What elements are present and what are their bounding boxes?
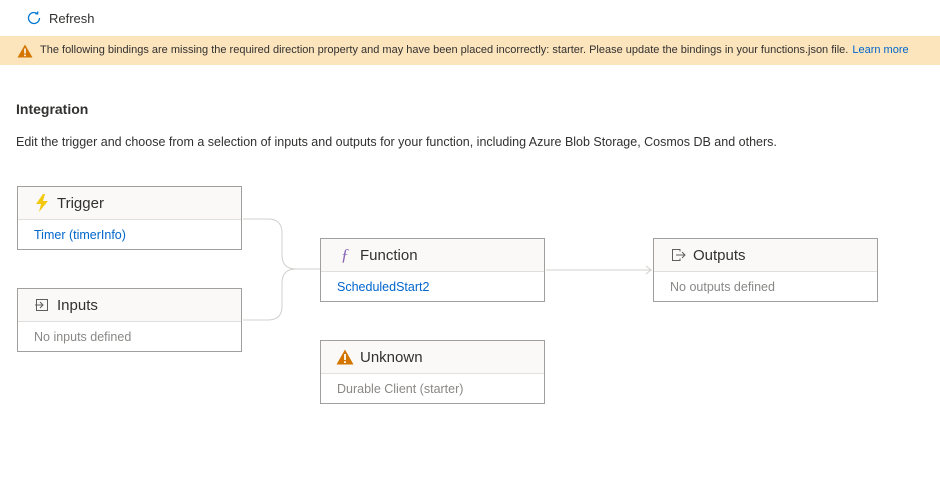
outputs-card[interactable]: Outputs No outputs defined (653, 238, 878, 302)
function-card-header: ƒ Function (321, 239, 544, 272)
banner-text: The following bindings are missing the r… (40, 44, 909, 56)
command-bar: Refresh (0, 0, 940, 35)
page-title: Integration (16, 101, 89, 117)
lightning-icon (33, 194, 51, 212)
trigger-binding-link[interactable]: Timer (timerInfo) (34, 228, 126, 242)
inputs-empty-text: No inputs defined (34, 330, 132, 344)
inputs-card[interactable]: Inputs No inputs defined (17, 288, 242, 352)
unknown-title: Unknown (360, 348, 423, 366)
trigger-title: Trigger (57, 194, 104, 212)
inputs-title: Inputs (57, 296, 98, 314)
function-name-link[interactable]: ScheduledStart2 (337, 280, 429, 294)
unknown-card-header: Unknown (321, 341, 544, 374)
function-card[interactable]: ƒ Function ScheduledStart2 (320, 238, 545, 302)
outputs-empty-text: No outputs defined (670, 280, 775, 294)
input-icon (33, 296, 51, 314)
function-title: Function (360, 246, 418, 264)
outputs-card-header: Outputs (654, 239, 877, 272)
unknown-binding-text: Durable Client (starter) (337, 382, 464, 396)
refresh-label: Refresh (49, 10, 95, 26)
inputs-card-header: Inputs (18, 289, 241, 322)
banner-message: The following bindings are missing the r… (40, 44, 849, 56)
output-icon (669, 246, 687, 264)
warning-icon (17, 44, 33, 58)
page-description: Edit the trigger and choose from a selec… (16, 135, 777, 149)
trigger-card-header: Trigger (18, 187, 241, 220)
warning-icon (336, 348, 354, 366)
trigger-card[interactable]: Trigger Timer (timerInfo) (17, 186, 242, 250)
warning-banner: The following bindings are missing the r… (0, 36, 940, 65)
refresh-icon (27, 11, 41, 25)
learn-more-link[interactable]: Learn more (852, 44, 908, 56)
function-icon: ƒ (340, 245, 350, 264)
refresh-button[interactable]: Refresh (26, 7, 95, 29)
unknown-card[interactable]: Unknown Durable Client (starter) (320, 340, 545, 404)
outputs-title: Outputs (693, 246, 746, 264)
